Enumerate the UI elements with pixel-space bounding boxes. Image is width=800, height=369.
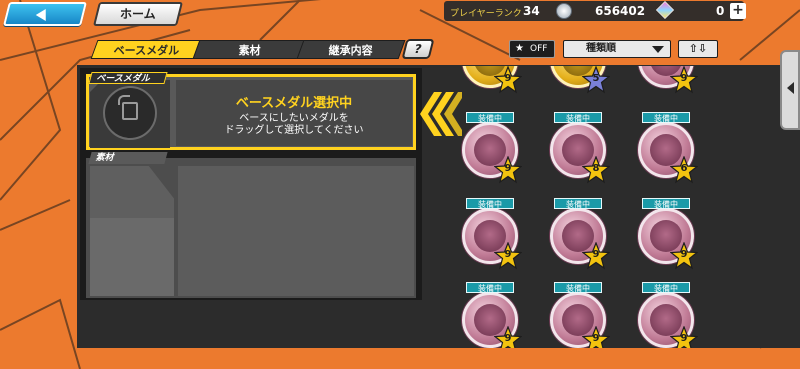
- home-button-label: ホーム: [120, 7, 156, 21]
- medal-level: 9: [504, 163, 512, 174]
- chevron-down-icon: [652, 46, 664, 53]
- medal-level: 5: [592, 73, 600, 84]
- sort-order-button[interactable]: ⇧⇩: [678, 40, 718, 58]
- material-section-label: 素材: [88, 152, 168, 164]
- base-medal-section-label: ベースメダル: [88, 72, 168, 84]
- player-rank-label: プレイヤーランク: [450, 9, 522, 19]
- medal-card[interactable]: 装備中 6: [638, 112, 698, 184]
- medal-level: 9: [504, 73, 512, 84]
- sort-dropdown[interactable]: 種類順: [563, 40, 671, 58]
- medal-card[interactable]: 5: [550, 66, 610, 94]
- base-medal-description-line2: ドラッグして選択してください: [224, 125, 364, 136]
- medal-level: 9: [680, 73, 688, 84]
- equipped-badge: 装備中: [466, 112, 514, 123]
- medal-level: 6: [680, 163, 688, 174]
- side-panel-tab[interactable]: [780, 50, 800, 130]
- equipped-badge: 装備中: [642, 282, 690, 293]
- back-arrow-icon: [35, 9, 46, 21]
- medal-card[interactable]: 装備中 9: [550, 198, 610, 270]
- tab-material[interactable]: 素材: [192, 40, 308, 59]
- tab-inherit-label: 継承内容: [328, 44, 373, 57]
- help-button[interactable]: ?: [401, 39, 435, 59]
- back-button[interactable]: [3, 2, 87, 26]
- medal-card[interactable]: 9: [638, 66, 698, 94]
- medal-level: 9: [504, 333, 512, 344]
- gem-value: 0: [716, 4, 725, 18]
- player-rank-value: 34: [523, 4, 540, 18]
- equipped-badge: 装備中: [554, 282, 602, 293]
- material-slot-lower: [90, 218, 174, 296]
- sort-dropdown-label: 種類順: [586, 43, 616, 54]
- equipped-badge: 装備中: [554, 198, 602, 209]
- medal-level: 9: [504, 249, 512, 260]
- equipped-badge: 装備中: [554, 112, 602, 123]
- chevron-left-icon: [787, 82, 794, 94]
- swap-icon: [118, 95, 138, 120]
- medal-card[interactable]: 装備中 9: [462, 112, 522, 184]
- medal-card[interactable]: 装備中 9: [638, 198, 698, 270]
- money-value: 656402: [595, 4, 646, 18]
- medal-level: 8: [592, 163, 600, 174]
- medal-grid: 9 5 9 装備中 9 装備中 8 装備中 6 装備中 9 装備中 9 装備中 9 装備中 9 装備中 9 装備中 9: [442, 66, 782, 348]
- medal-card[interactable]: 装備中 8: [550, 112, 610, 184]
- tab-inherit[interactable]: 継承内容: [296, 40, 406, 59]
- equipped-badge: 装備中: [642, 198, 690, 209]
- medal-level: 9: [592, 333, 600, 344]
- medal-card[interactable]: 装備中 9: [638, 282, 698, 348]
- home-button[interactable]: ホーム: [93, 2, 183, 26]
- favorite-filter-label: OFF: [530, 44, 548, 54]
- equipped-badge: 装備中: [466, 282, 514, 293]
- medal-card[interactable]: 装備中 9: [550, 282, 610, 348]
- medal-level: 9: [680, 249, 688, 260]
- tab-base-medal-label: ベースメダル: [113, 44, 180, 57]
- tab-base-medal[interactable]: ベースメダル: [90, 40, 204, 59]
- medal-card[interactable]: 装備中 9: [462, 282, 522, 348]
- equipped-badge: 装備中: [466, 198, 514, 209]
- medal-card[interactable]: 装備中 9: [462, 198, 522, 270]
- favorite-filter-toggle[interactable]: ★ OFF: [509, 40, 555, 58]
- medal-card[interactable]: 9: [462, 66, 522, 94]
- material-list[interactable]: [178, 166, 414, 296]
- base-medal-slot[interactable]: [90, 80, 170, 148]
- tab-material-label: 素材: [238, 44, 261, 57]
- equipped-badge: 装備中: [642, 112, 690, 123]
- coin-icon: [556, 3, 572, 19]
- medal-level: 9: [680, 333, 688, 344]
- medal-level: 9: [592, 249, 600, 260]
- add-gem-button[interactable]: +: [730, 3, 746, 19]
